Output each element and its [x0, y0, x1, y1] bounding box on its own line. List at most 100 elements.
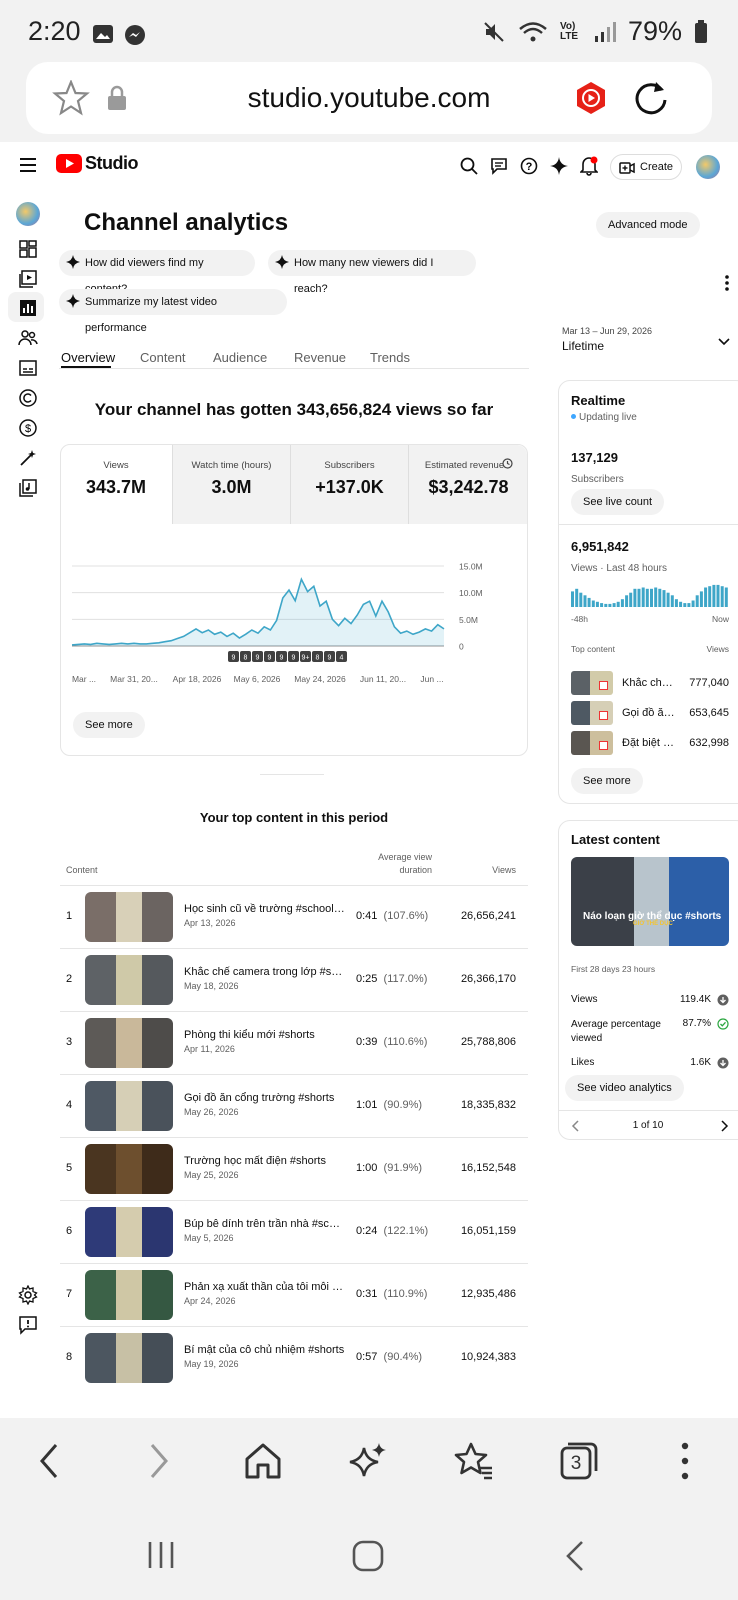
table-row[interactable]: 6 Búp bê dính trên trần nhà #schoo... Ma…	[60, 1200, 528, 1263]
realtime-bar	[629, 592, 633, 607]
video-thumbnail[interactable]	[85, 1081, 173, 1131]
sparkle-icon[interactable]	[550, 157, 568, 175]
settings-icon[interactable]	[18, 1285, 38, 1305]
date-range-selector[interactable]: Mar 13 – Jun 29, 2026 Lifetime	[562, 326, 732, 358]
ai-chip-viewers-find[interactable]: How did viewers find my content?	[59, 250, 255, 295]
comments-icon[interactable]	[490, 157, 508, 175]
metric-watch-time[interactable]: Watch time (hours) 3.0M	[173, 444, 290, 524]
tabs-button[interactable]: 3	[558, 1440, 600, 1482]
video-title[interactable]: Búp bê dính trên trần nhà #schoo...	[184, 1218, 346, 1230]
ai-chip-new-viewers[interactable]: How many new viewers did I reach?	[268, 250, 476, 295]
url-text[interactable]: studio.youtube.com	[26, 82, 712, 114]
metric-subscribers[interactable]: Subscribers +137.0K	[291, 444, 408, 524]
notifications-icon[interactable]	[580, 156, 598, 176]
browser-address-bar[interactable]: studio.youtube.com	[26, 62, 712, 134]
see-live-count-button[interactable]: See live count	[571, 489, 665, 515]
audio-library-icon[interactable]	[18, 478, 38, 498]
bookmarks-icon[interactable]	[452, 1440, 494, 1482]
video-views: 26,366,170	[460, 973, 516, 985]
menu-icon[interactable]	[20, 158, 36, 172]
video-title[interactable]: Gọi đồ ăn cổng trường #shorts	[184, 1092, 346, 1104]
video-title[interactable]: Phòng thi kiểu mới #shorts	[184, 1029, 346, 1041]
home-icon[interactable]	[242, 1440, 284, 1482]
top-content-item[interactable]: Khắc chế... 777,040	[571, 671, 729, 695]
realtime-see-more-button[interactable]: See more	[571, 768, 643, 794]
earn-icon[interactable]: $	[18, 418, 38, 438]
dashboard-icon[interactable]	[18, 239, 38, 259]
video-thumbnail[interactable]	[85, 892, 173, 942]
more-menu-icon[interactable]	[664, 1440, 706, 1482]
see-more-button[interactable]: See more	[73, 712, 145, 738]
video-thumbnail[interactable]	[85, 955, 173, 1005]
community-icon[interactable]	[18, 328, 38, 348]
customization-icon[interactable]	[18, 448, 38, 468]
video-thumbnail[interactable]	[85, 1018, 173, 1068]
tab-overview[interactable]: Overview	[61, 350, 115, 365]
forward-icon[interactable]	[136, 1440, 178, 1482]
recent-apps-icon[interactable]	[146, 1540, 176, 1570]
see-video-analytics-button[interactable]: See video analytics	[565, 1075, 684, 1101]
system-home-icon[interactable]	[352, 1540, 384, 1572]
table-row[interactable]: 8 Bí mật của cô chủ nhiệm #shorts May 19…	[60, 1326, 528, 1389]
subtitles-icon[interactable]	[18, 358, 38, 378]
account-avatar[interactable]	[696, 155, 720, 179]
ai-chip-summarize[interactable]: Summarize my latest video performance	[59, 289, 287, 334]
y-tick-label: 0	[459, 642, 464, 652]
analytics-icon[interactable]	[18, 298, 38, 318]
tab-content[interactable]: Content	[140, 350, 186, 365]
top-content-item[interactable]: Gọi đồ ăn... 653,645	[571, 701, 729, 725]
video-thumbnail[interactable]	[85, 1144, 173, 1194]
top-content-item[interactable]: Đặt biệt d... 632,998	[571, 731, 729, 755]
search-icon[interactable]	[460, 157, 478, 175]
video-thumbnail[interactable]	[85, 1270, 173, 1320]
realtime-bar	[658, 588, 662, 607]
reload-icon[interactable]	[632, 78, 670, 118]
feedback-icon[interactable]	[18, 1315, 38, 1335]
metric-views[interactable]: Views 343.7M	[60, 444, 172, 524]
col-views-header[interactable]: Views	[470, 865, 516, 875]
tab-revenue[interactable]: Revenue	[294, 350, 346, 365]
ai-sparkle-icon[interactable]	[348, 1440, 390, 1482]
latest-video-thumbnail[interactable]: Náo loạn giờ thể dục #shorts GIỜ THỂ DỤC	[571, 857, 729, 946]
system-back-icon[interactable]	[564, 1540, 586, 1572]
more-options-icon[interactable]	[724, 274, 730, 292]
metric-value: 3.0M	[211, 477, 252, 497]
video-title[interactable]: Phản xạ xuất thần của tôi mỗi khi...	[184, 1281, 346, 1293]
create-video-icon	[619, 162, 635, 174]
metric-revenue[interactable]: Estimated revenue $3,242.78	[409, 444, 528, 524]
advanced-mode-button[interactable]: Advanced mode	[596, 212, 700, 238]
tab-audience[interactable]: Audience	[213, 350, 267, 365]
realtime-bar	[691, 600, 695, 607]
content-icon[interactable]	[18, 269, 38, 289]
live-dot	[571, 414, 576, 419]
video-thumbnail[interactable]	[85, 1333, 173, 1383]
tab-trends[interactable]: Trends	[370, 350, 410, 365]
back-icon[interactable]	[30, 1440, 72, 1482]
table-row[interactable]: 2 Khắc chế camera trong lớp #shor... May…	[60, 948, 528, 1011]
youtube-logo-icon[interactable]	[56, 154, 82, 173]
realtime-bar	[662, 590, 666, 607]
video-views: 26,656,241	[460, 910, 516, 922]
youtube-studio-extension-icon[interactable]	[574, 80, 608, 116]
table-row[interactable]: 3 Phòng thi kiểu mới #shorts Apr 11, 202…	[60, 1011, 528, 1074]
realtime-subscribers-label: Subscribers	[571, 469, 624, 487]
video-title[interactable]: Bí mật của cô chủ nhiệm #shorts	[184, 1344, 346, 1356]
shorts-icon	[599, 741, 608, 750]
col-duration-header[interactable]: Average view duration	[362, 851, 432, 877]
channel-avatar[interactable]	[16, 202, 40, 226]
realtime-bar	[712, 584, 716, 607]
video-title[interactable]: Học sinh cũ về trường #school #...	[184, 903, 346, 915]
upload-marker-label: 4	[340, 655, 344, 662]
video-thumbnail[interactable]	[85, 1207, 173, 1257]
chevron-right-icon[interactable]	[721, 1120, 729, 1132]
views-chart: 15.0M 10.0M 5.0M 0 9 8 9 9 9 9 9+ 8 9 4 Mar ... Mar 31,…	[71, 562, 483, 684]
video-title[interactable]: Trường học mất điện #shorts	[184, 1155, 346, 1167]
table-row[interactable]: 1 Học sinh cũ về trường #school #... Apr…	[60, 885, 528, 948]
table-row[interactable]: 4 Gọi đồ ăn cổng trường #shorts May 26, …	[60, 1074, 528, 1137]
create-button[interactable]: Create	[610, 154, 682, 180]
help-icon[interactable]: ?	[520, 157, 538, 175]
table-row[interactable]: 7 Phản xạ xuất thần của tôi mỗi khi... A…	[60, 1263, 528, 1326]
table-row[interactable]: 5 Trường học mất điện #shorts May 25, 20…	[60, 1137, 528, 1200]
copyright-icon[interactable]	[18, 388, 38, 408]
video-title[interactable]: Khắc chế camera trong lớp #shor...	[184, 966, 346, 978]
